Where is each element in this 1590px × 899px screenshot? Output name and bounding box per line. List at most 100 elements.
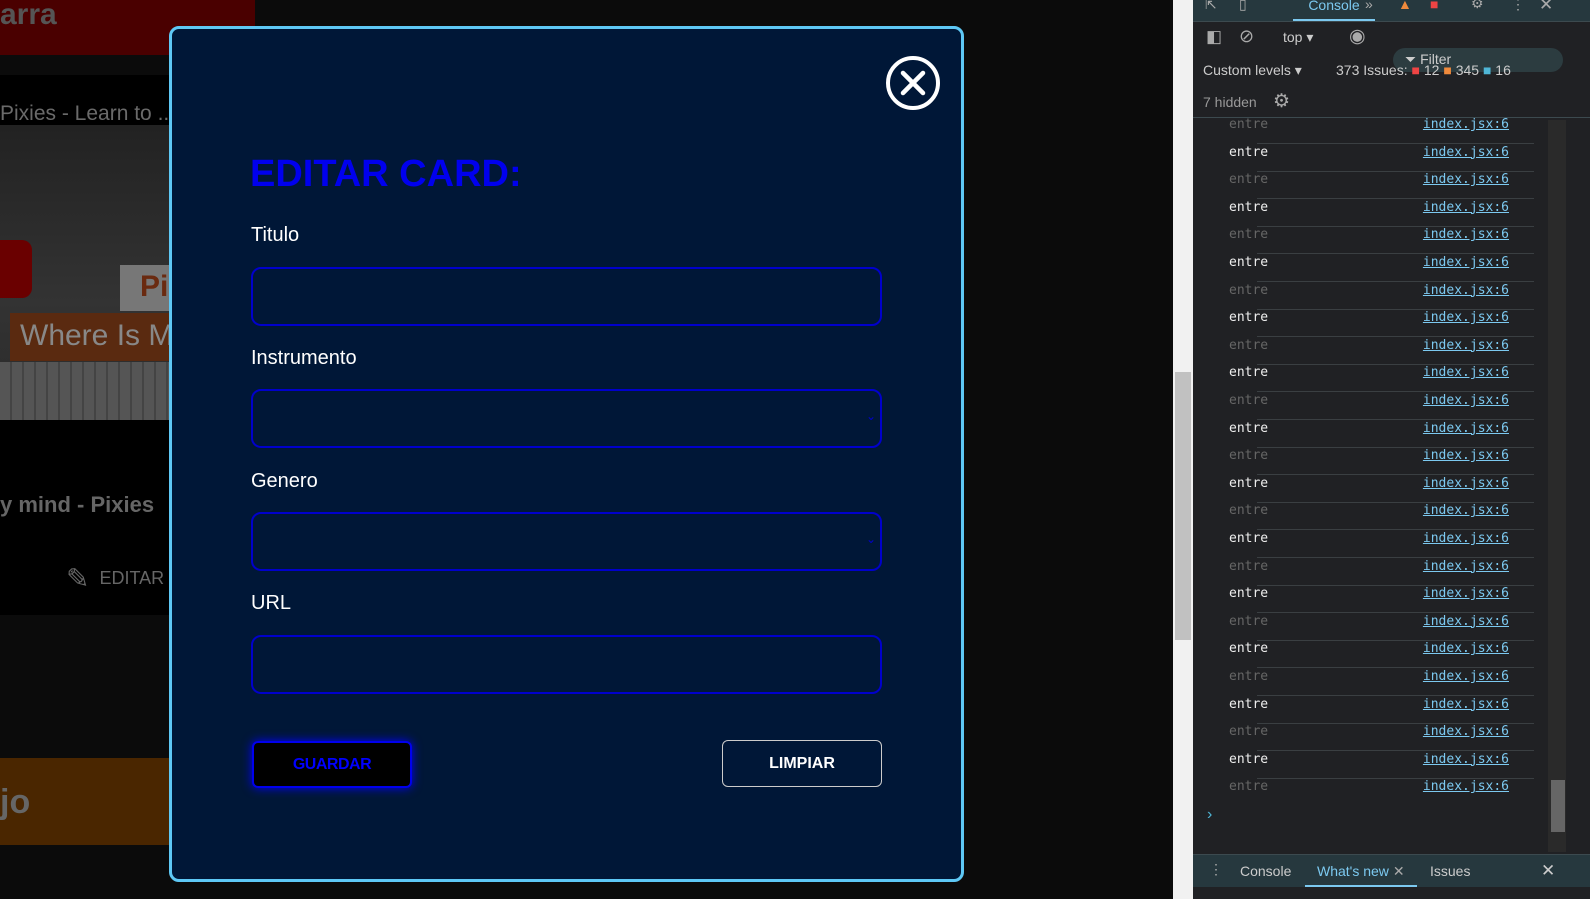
more-tabs-icon[interactable]: » (1365, 0, 1373, 12)
console-log-row: entre index.jsx:6 (1229, 559, 1534, 586)
close-tab-icon[interactable]: ✕ (1393, 863, 1405, 879)
edit-button[interactable]: ✎ EDITAR (66, 562, 164, 595)
close-button[interactable] (886, 56, 940, 110)
log-message: entre (1229, 779, 1269, 795)
log-source-link[interactable]: index.jsx:6 (1423, 227, 1509, 242)
log-message: entre (1229, 613, 1269, 629)
close-drawer-icon[interactable]: ✕ (1541, 861, 1555, 881)
play-icon[interactable] (0, 240, 32, 298)
clear-console-icon[interactable]: ⊘ (1239, 26, 1254, 47)
close-icon (900, 70, 926, 96)
context-select[interactable]: top ▾ (1283, 29, 1313, 46)
issues-counter[interactable]: 373 Issues: ■ 12 ■ 345 ■ 16 (1336, 62, 1511, 78)
drawer-tab-whats-new[interactable]: What's new ✕ (1305, 855, 1417, 887)
tab-console[interactable]: Console (1293, 0, 1375, 21)
log-message: entre (1229, 751, 1269, 767)
console-log-row: entre index.jsx:6 (1229, 586, 1534, 614)
scrollbar-thumb[interactable] (1551, 780, 1565, 832)
log-message: entre (1229, 420, 1269, 436)
close-devtools-icon[interactable]: ✕ (1539, 0, 1553, 15)
console-log-row: entre index.jsx:6 (1229, 448, 1534, 476)
inspect-icon[interactable]: ⇱ (1205, 0, 1217, 13)
genero-select[interactable]: ⌄ (251, 512, 882, 571)
info-badge-icon: ■ (1482, 62, 1492, 78)
log-message: entre (1229, 117, 1269, 132)
log-source-link[interactable]: index.jsx:6 (1423, 172, 1509, 187)
log-message: entre (1229, 669, 1269, 684)
log-source-link[interactable]: index.jsx:6 (1423, 255, 1509, 270)
log-source-link[interactable]: index.jsx:6 (1423, 283, 1509, 298)
console-log-row: entre index.jsx:6 (1229, 200, 1534, 227)
devtools-panel: ⇱ ▯ Console » ▲ ■ ⚙ ⋮ ✕ ◧ ⊘ top ▾ ◉ ⏷ Fi… (1193, 0, 1590, 899)
log-message: entre (1229, 227, 1269, 243)
log-source-link[interactable]: index.jsx:6 (1423, 641, 1509, 656)
pencil-icon: ✎ (66, 563, 90, 594)
log-source-link[interactable]: index.jsx:6 (1423, 697, 1509, 712)
log-message: entre (1229, 475, 1269, 491)
log-source-link[interactable]: index.jsx:6 (1423, 476, 1509, 491)
console-log-row: entre index.jsx:6 (1229, 365, 1534, 393)
log-message: entre (1229, 393, 1269, 408)
log-source-link[interactable]: index.jsx:6 (1423, 310, 1509, 325)
console-log-row: entre index.jsx:6 (1229, 338, 1534, 365)
console-log-row: entre index.jsx:6 (1229, 283, 1534, 310)
eye-icon[interactable]: ◉ (1349, 25, 1366, 48)
log-source-link[interactable]: index.jsx:6 (1423, 117, 1509, 132)
console-scrollbar[interactable] (1548, 120, 1566, 852)
save-button[interactable]: GUARDAR (252, 741, 412, 788)
log-source-link[interactable]: index.jsx:6 (1423, 586, 1509, 601)
log-source-link[interactable]: index.jsx:6 (1423, 393, 1509, 408)
log-source-link[interactable]: index.jsx:6 (1423, 531, 1509, 546)
drawer-tab-issues[interactable]: Issues (1430, 863, 1470, 879)
url-input[interactable] (251, 635, 882, 694)
log-message: entre (1229, 641, 1269, 657)
drawer-tab-console[interactable]: Console (1240, 863, 1291, 879)
device-icon[interactable]: ▯ (1239, 0, 1247, 13)
log-source-link[interactable]: index.jsx:6 (1423, 559, 1509, 574)
instrumento-label: Instrumento (251, 347, 357, 369)
log-message: entre (1229, 255, 1269, 270)
drawer-menu-icon[interactable]: ⋮ (1209, 861, 1223, 878)
log-message: entre (1229, 337, 1269, 353)
warning-icon[interactable]: ▲ (1398, 0, 1412, 12)
hidden-count: 7 hidden (1203, 94, 1257, 110)
titulo-input[interactable] (251, 267, 882, 326)
page-scrollbar[interactable] (1173, 0, 1193, 899)
log-message: entre (1229, 144, 1269, 160)
log-source-link[interactable]: index.jsx:6 (1423, 448, 1509, 463)
gear-icon[interactable]: ⚙ (1471, 0, 1484, 12)
sidebar-toggle-icon[interactable]: ◧ (1206, 27, 1222, 47)
log-source-link[interactable]: index.jsx:6 (1423, 724, 1509, 739)
log-source-link[interactable]: index.jsx:6 (1423, 365, 1509, 380)
levels-select[interactable]: Custom levels ▾ (1203, 62, 1302, 79)
console-log-row: entre index.jsx:6 (1229, 724, 1534, 752)
console-log-row: entre index.jsx:6 (1229, 117, 1534, 144)
genero-label: Genero (251, 470, 318, 492)
kebab-menu-icon[interactable]: ⋮ (1511, 0, 1525, 13)
console-log-row: entre index.jsx:6 (1229, 310, 1534, 338)
log-source-link[interactable]: index.jsx:6 (1423, 200, 1509, 215)
log-source-link[interactable]: index.jsx:6 (1423, 669, 1509, 684)
prompt-chevron-icon[interactable]: › (1207, 806, 1212, 824)
log-message: entre (1229, 558, 1269, 574)
log-message: entre (1229, 365, 1269, 381)
log-message: entre (1229, 696, 1269, 712)
log-source-link[interactable]: index.jsx:6 (1423, 145, 1509, 160)
log-source-link[interactable]: index.jsx:6 (1423, 614, 1509, 629)
scrollbar-thumb[interactable] (1175, 372, 1191, 640)
clear-button[interactable]: LIMPIAR (722, 740, 882, 787)
instrumento-select[interactable]: ⌄ (251, 389, 882, 448)
titulo-label: Titulo (251, 224, 300, 246)
log-source-link[interactable]: index.jsx:6 (1423, 338, 1509, 353)
console-settings-icon[interactable]: ⚙ (1273, 90, 1290, 113)
error-icon[interactable]: ■ (1430, 0, 1438, 12)
log-source-link[interactable]: index.jsx:6 (1423, 752, 1509, 767)
console-log-row: entre index.jsx:6 (1229, 531, 1534, 558)
console-log-row: entre index.jsx:6 (1229, 172, 1534, 200)
log-source-link[interactable]: index.jsx:6 (1423, 503, 1509, 518)
console-log-row: entre index.jsx:6 (1229, 393, 1534, 420)
log-source-link[interactable]: index.jsx:6 (1423, 779, 1509, 794)
log-source-link[interactable]: index.jsx:6 (1423, 421, 1509, 436)
log-message: entre (1229, 503, 1269, 519)
error-badge-icon: ■ (1411, 62, 1420, 78)
